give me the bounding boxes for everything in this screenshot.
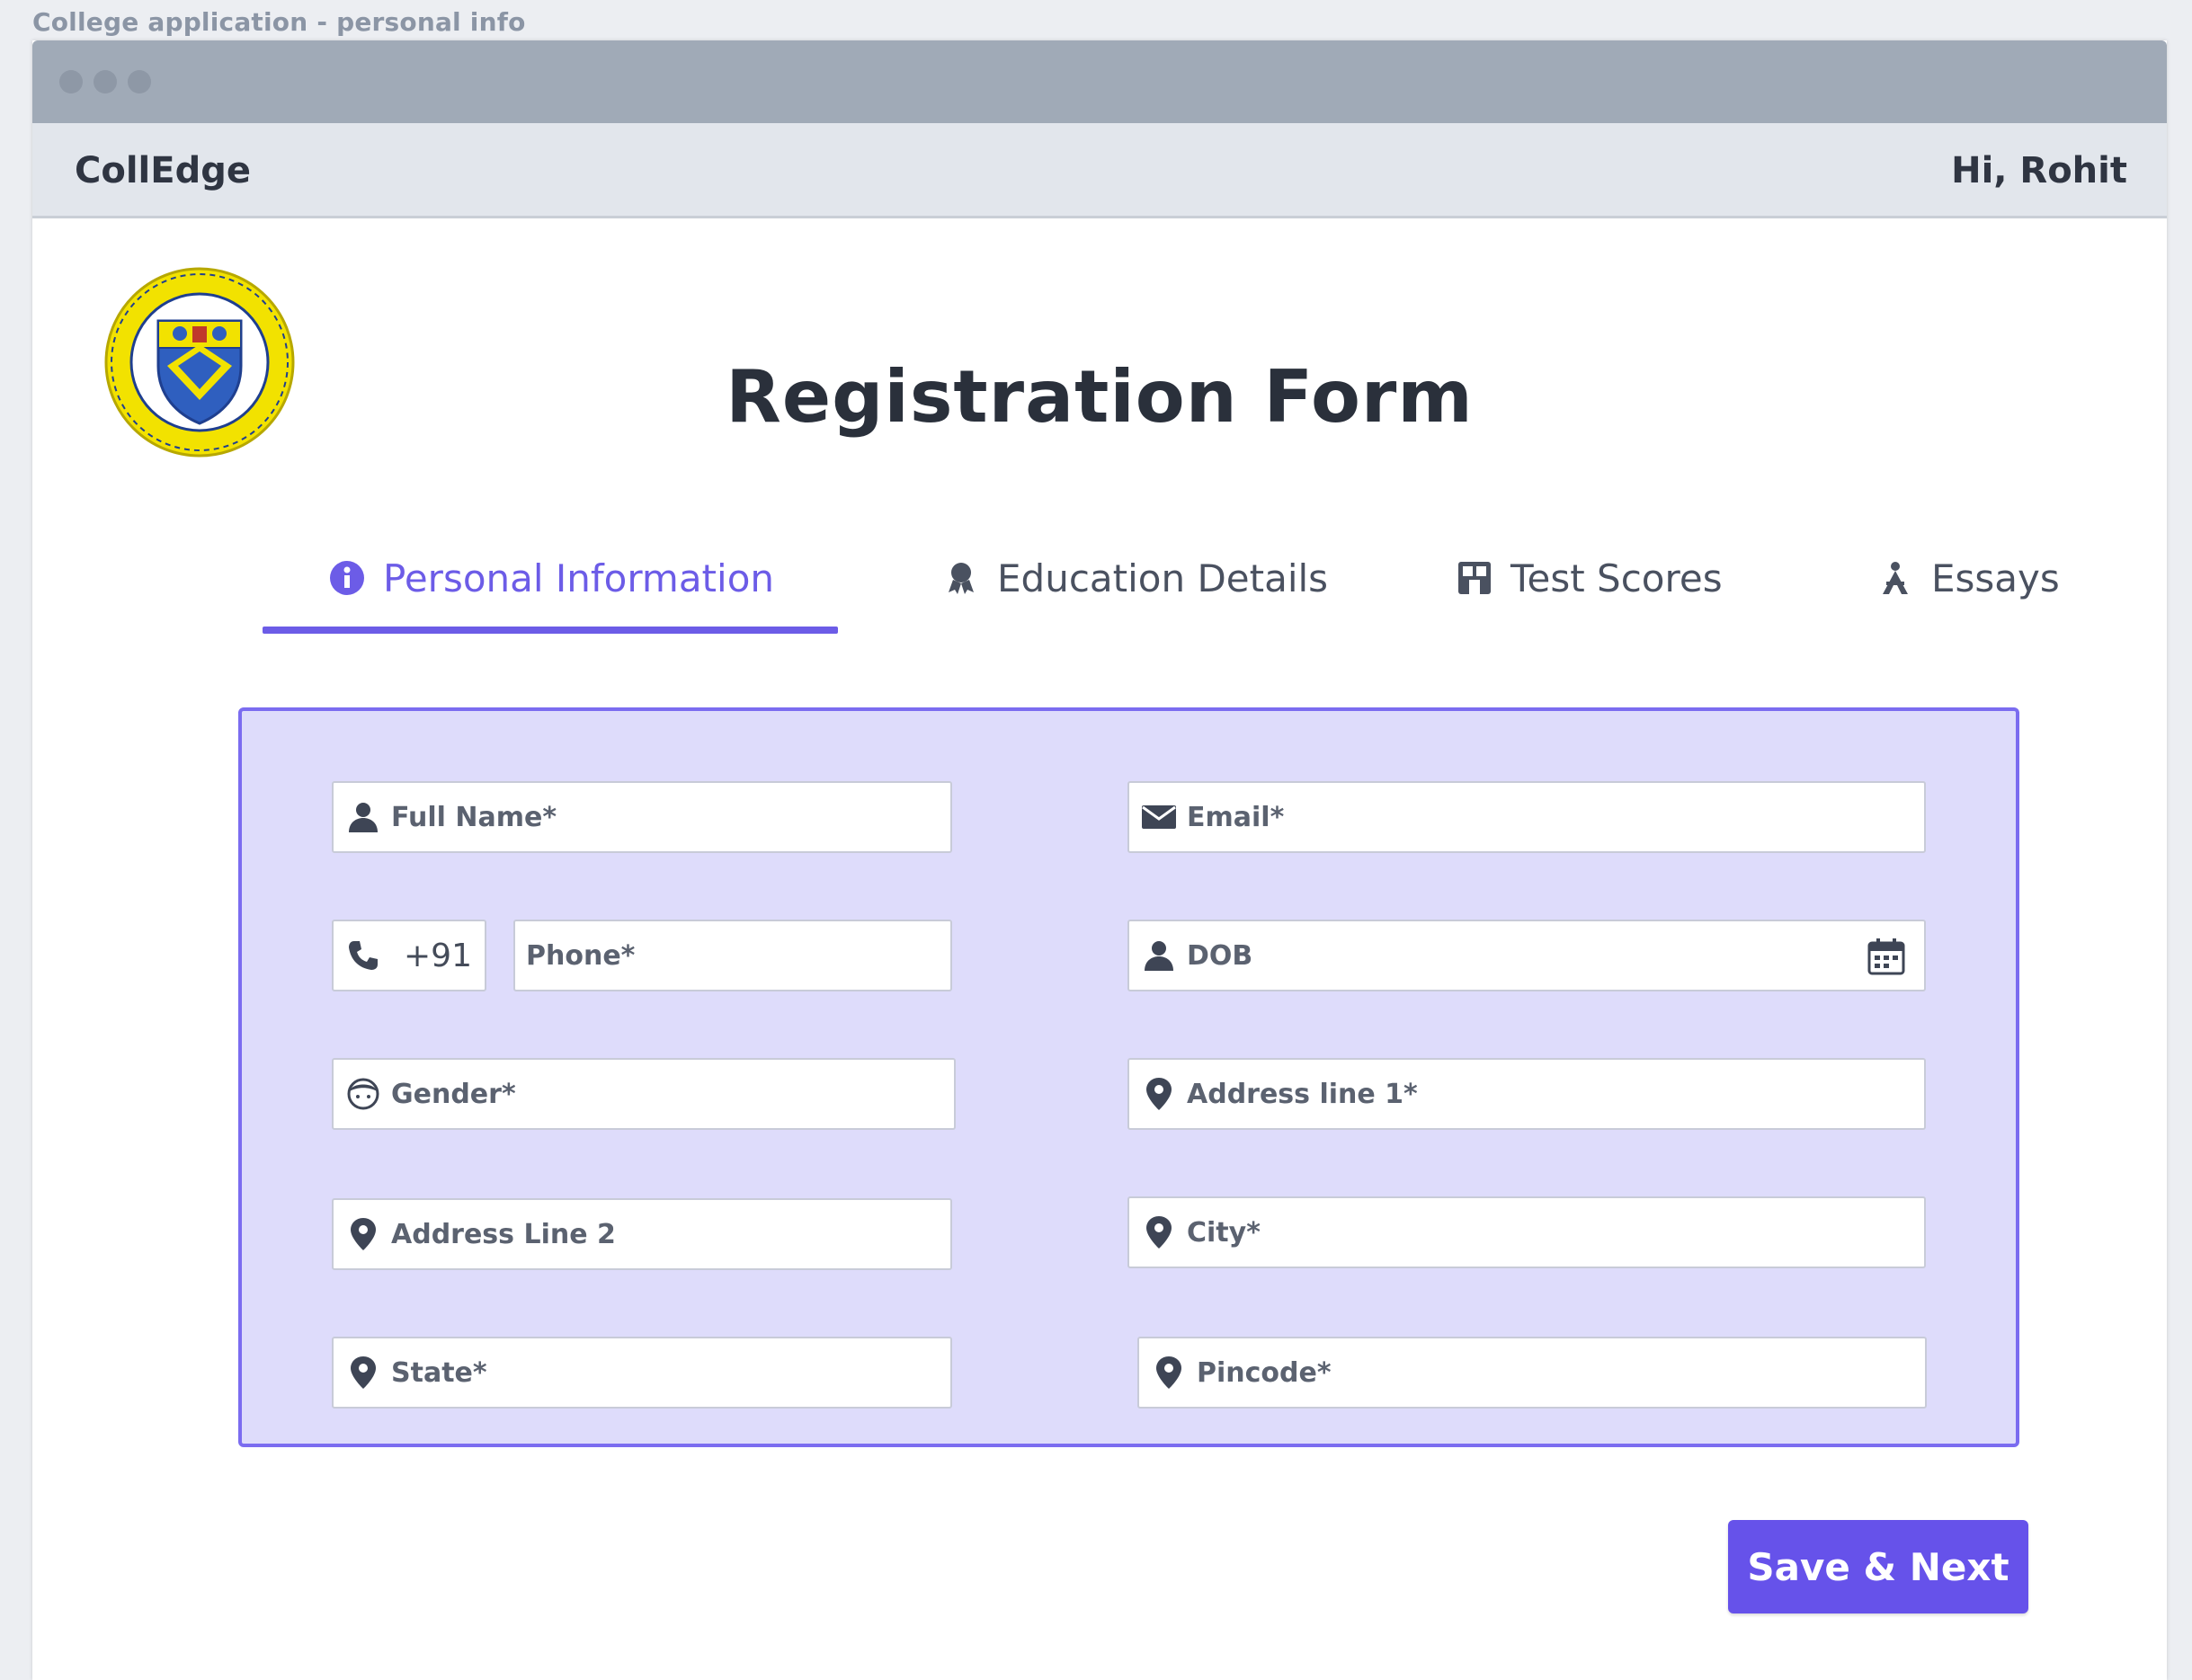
active-tab-indicator (263, 627, 838, 634)
tab-education-details[interactable]: Education Details (941, 553, 1328, 603)
save-next-button[interactable]: Save & Next (1728, 1520, 2028, 1613)
dob-placeholder: DOB (1187, 939, 1253, 972)
user-icon (344, 798, 382, 836)
user-greeting[interactable]: Hi, Rohit (1951, 150, 2127, 191)
calendar-icon[interactable] (1867, 937, 1906, 976)
country-code-select[interactable]: +91 (332, 920, 486, 991)
scores-icon (1455, 558, 1494, 598)
phone-field[interactable]: Phone* (513, 920, 952, 991)
location-pin-icon (344, 1354, 382, 1391)
tab-label: Essays (1931, 556, 2060, 600)
location-pin-icon (344, 1215, 382, 1253)
phone-icon (344, 937, 382, 974)
app-header: CollEdge Hi, Rohit (32, 123, 2167, 218)
info-circle-icon (327, 558, 367, 598)
personal-info-form: Full Name* Email* +91 Phone* DOB Gender*… (238, 707, 2019, 1447)
dob-field[interactable]: DOB (1127, 920, 1926, 991)
email-field[interactable]: Email* (1127, 781, 1926, 853)
user-icon (1140, 937, 1178, 974)
location-pin-icon (1140, 1075, 1178, 1113)
full-name-field[interactable]: Full Name* (332, 781, 952, 853)
tab-personal-information[interactable]: Personal Information (327, 553, 774, 603)
city-placeholder: City* (1187, 1216, 1261, 1249)
brand-name[interactable]: CollEdge (75, 150, 251, 191)
address-line-1-field[interactable]: Address line 1* (1127, 1058, 1926, 1130)
window-titlebar (32, 40, 2167, 123)
app-window: CollEdge Hi, Rohit Registration Form Per… (32, 40, 2167, 1680)
mail-icon (1140, 798, 1178, 836)
pincode-field[interactable]: Pincode* (1137, 1337, 1927, 1409)
tab-essays[interactable]: Essays (1876, 553, 2060, 603)
state-field[interactable]: State* (332, 1337, 952, 1409)
city-field[interactable]: City* (1127, 1196, 1926, 1268)
address-line-2-placeholder: Address Line 2 (391, 1218, 616, 1250)
window-minimize-dot[interactable] (94, 70, 117, 93)
window-close-dot[interactable] (59, 70, 83, 93)
essay-icon (1876, 558, 1915, 598)
full-name-placeholder: Full Name* (391, 801, 557, 833)
tab-label: Test Scores (1510, 556, 1723, 600)
face-icon (344, 1075, 382, 1113)
tab-test-scores[interactable]: Test Scores (1455, 553, 1723, 603)
address-line-2-field[interactable]: Address Line 2 (332, 1198, 952, 1270)
tab-label: Education Details (997, 556, 1329, 600)
address-line-1-placeholder: Address line 1* (1187, 1078, 1418, 1110)
phone-placeholder: Phone* (526, 939, 636, 972)
window-maximize-dot[interactable] (128, 70, 151, 93)
state-placeholder: State* (391, 1356, 487, 1389)
country-code-value: +91 (404, 937, 472, 974)
pincode-placeholder: Pincode* (1197, 1356, 1332, 1389)
frame-caption: College application - personal info (32, 7, 526, 37)
gender-field[interactable]: Gender* (332, 1058, 956, 1130)
email-placeholder: Email* (1187, 801, 1285, 833)
location-pin-icon (1150, 1354, 1188, 1391)
location-pin-icon (1140, 1213, 1178, 1251)
tab-label: Personal Information (383, 556, 775, 600)
gender-placeholder: Gender* (391, 1078, 516, 1110)
page-title: Registration Form (726, 355, 1474, 439)
award-icon (941, 558, 981, 598)
